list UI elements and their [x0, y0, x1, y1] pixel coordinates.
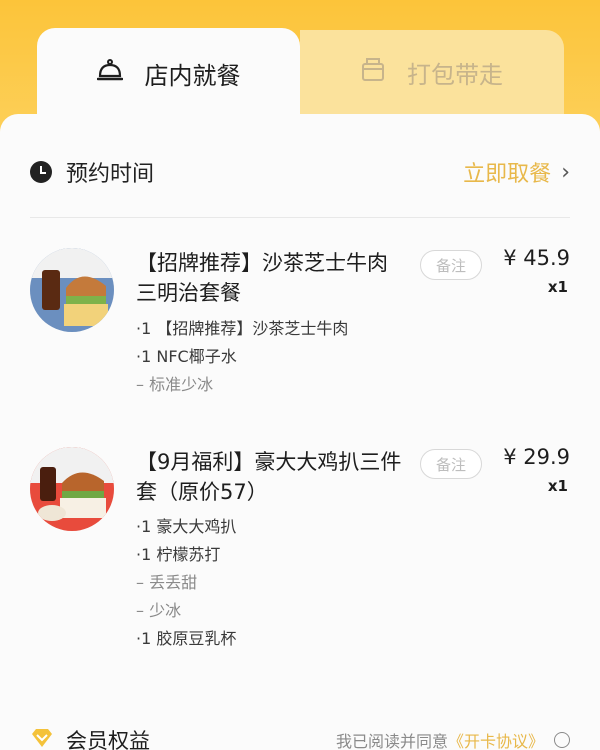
item-name: 【招牌推荐】沙茶芝士牛肉三明治套餐 [136, 251, 388, 305]
clock-icon [30, 161, 52, 183]
item-quantity: x1 [547, 477, 568, 495]
tab-dine-in-label: 店内就餐 [144, 61, 241, 90]
tab-dine-in[interactable]: 店内就餐 [37, 28, 300, 118]
product-image [30, 447, 114, 531]
chevron-right-icon: › [561, 159, 570, 185]
agreement-prefix: 我已阅读并同意 [335, 732, 448, 750]
agreement-checkbox[interactable] [554, 732, 570, 748]
item-price: ¥ 45.9 [503, 246, 570, 270]
component-option: – 丢丢甜 [136, 573, 198, 592]
item-components: ·1 【招牌推荐】沙茶芝士牛肉 ·1 NFC椰子水 – 标准少冰 [136, 315, 348, 399]
component-option: – 少冰 [136, 601, 182, 620]
diamond-icon [30, 727, 54, 750]
component-line: ·1 豪大大鸡扒 [136, 517, 237, 536]
reservation-value: 立即取餐 [463, 162, 552, 187]
service-bell-icon [96, 58, 123, 88]
note-button[interactable]: 备注 [420, 449, 482, 479]
item-components: ·1 豪大大鸡扒 ·1 柠檬苏打 – 丢丢甜 – 少冰 ·1 胶原豆乳杯 [136, 513, 236, 653]
item-price: ¥ 29.9 [503, 445, 570, 469]
component-line: ·1 胶原豆乳杯 [136, 629, 237, 648]
agreement-link[interactable]: 《开卡协议》 [448, 728, 544, 750]
reservation-label: 预约时间 [66, 162, 155, 187]
member-benefits-label: 会员权益 [66, 729, 150, 750]
tab-takeout[interactable]: 打包带走 [300, 30, 564, 114]
item-name: 【9月福利】豪大大鸡扒三件套（原价57） [136, 450, 402, 504]
tab-takeout-label: 打包带走 [407, 60, 503, 89]
item-quantity: x1 [547, 278, 568, 296]
reservation-time-row[interactable]: 预约时间 立即取餐 › [30, 154, 570, 190]
order-card: 预约时间 立即取餐 › 【招牌推荐】沙茶芝士牛肉三明治套餐 备注 ¥ 45.9 … [0, 114, 600, 750]
takeout-bag-icon [361, 56, 385, 88]
component-line: ·1 NFC椰子水 [136, 347, 237, 366]
product-image [30, 248, 114, 332]
agreement-text: 我已阅读并同意 《开卡协议》 [336, 728, 570, 750]
component-line: ·1 【招牌推荐】沙茶芝士牛肉 [136, 319, 349, 338]
note-button[interactable]: 备注 [420, 250, 482, 280]
divider [30, 217, 570, 218]
member-benefits-row: 会员权益 我已阅读并同意 《开卡协议》 [30, 720, 570, 750]
component-line: ·1 柠檬苏打 [136, 545, 221, 564]
component-option: – 标准少冰 [136, 375, 214, 394]
